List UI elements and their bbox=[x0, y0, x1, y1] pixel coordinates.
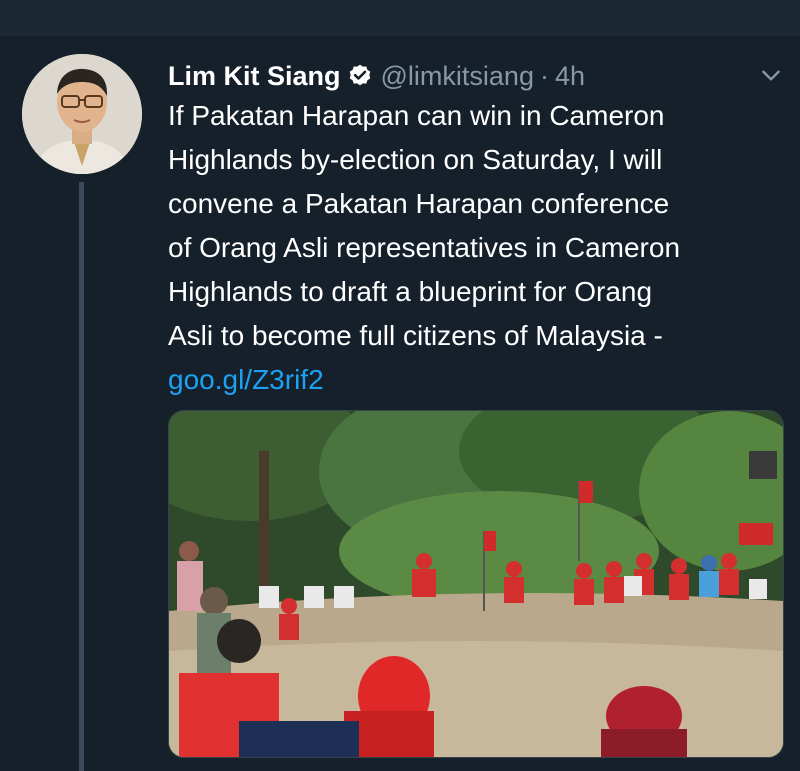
tweet-text-line: convene a Pakatan Harapan conference bbox=[168, 188, 670, 219]
author-handle[interactable]: @limkitsiang bbox=[381, 61, 534, 92]
tweet-text-line: Asli to become full citizens of Malaysia… bbox=[168, 320, 663, 351]
avatar-photo bbox=[22, 54, 142, 174]
tweet-photo[interactable] bbox=[168, 410, 784, 758]
thread-line bbox=[79, 182, 84, 771]
tweet-timestamp[interactable]: 4h bbox=[555, 61, 585, 92]
tweet-header: Lim Kit Siang @limkitsiang · 4h bbox=[168, 56, 768, 96]
tweet-text-line: of Orang Asli representatives in Cameron bbox=[168, 232, 681, 263]
outdoor-gathering-photo bbox=[169, 411, 783, 757]
tweet-text: If Pakatan Harapan can win in Cameron Hi… bbox=[168, 94, 788, 402]
top-bar bbox=[0, 0, 800, 37]
avatar[interactable] bbox=[22, 54, 142, 174]
chevron-down-icon[interactable] bbox=[758, 62, 784, 88]
tweet[interactable]: Lim Kit Siang @limkitsiang · 4h If Pakat… bbox=[0, 36, 800, 771]
tweet-text-line: If Pakatan Harapan can win in Cameron bbox=[168, 100, 665, 131]
verified-badge-icon bbox=[347, 63, 373, 89]
tweet-text-line: Highlands by-election on Saturday, I wil… bbox=[168, 144, 663, 175]
tweet-text-line: Highlands to draft a blueprint for Orang bbox=[168, 276, 653, 307]
tweet-link[interactable]: goo.gl/Z3rif2 bbox=[168, 358, 788, 402]
separator-dot: · bbox=[539, 60, 549, 91]
author-name[interactable]: Lim Kit Siang bbox=[168, 61, 341, 92]
